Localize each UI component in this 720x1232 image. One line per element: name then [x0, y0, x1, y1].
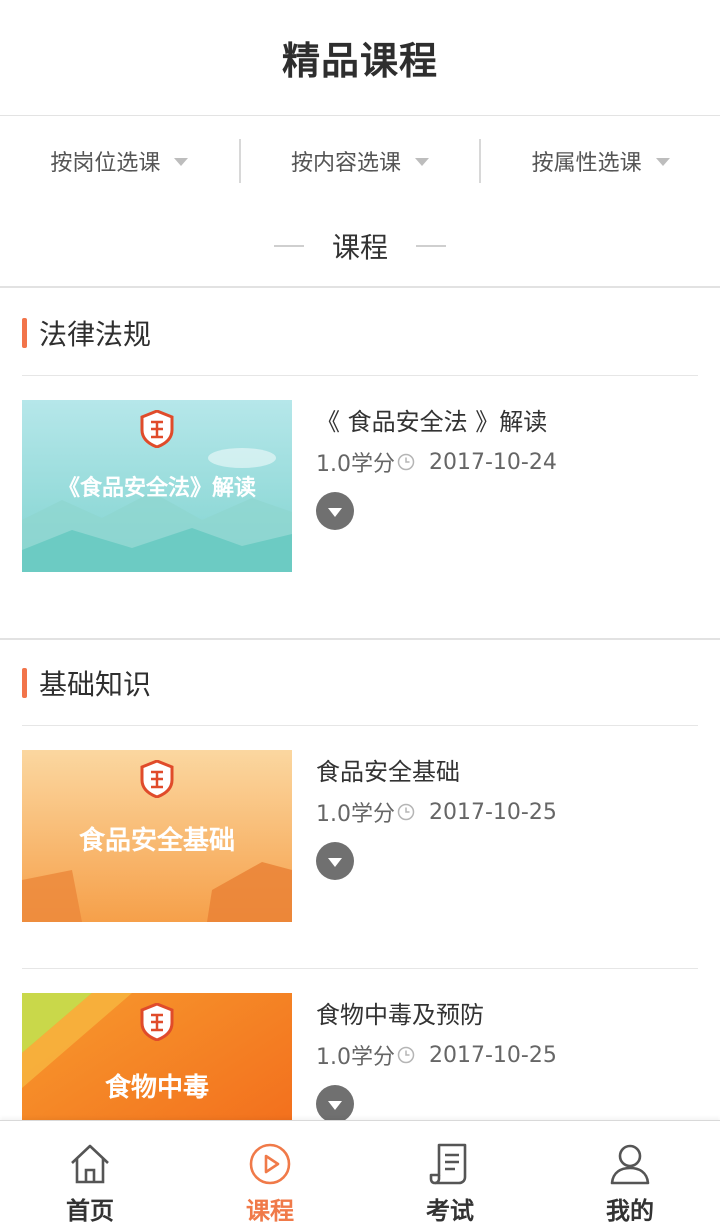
clock-icon — [397, 803, 415, 821]
course-credits: 1.0学分 — [316, 1045, 395, 1070]
course-meta: 1.0学分 2017-10-25 — [316, 796, 698, 828]
tab-label: 我的 — [606, 1197, 654, 1225]
category-basics: 基础知识 食品安全基础 食品安全基础 1.0学分 2017-10-25 食物中毒… — [0, 638, 720, 1122]
category-title: 法律法规 — [39, 317, 152, 351]
course-thumbnail[interactable]: 食物中毒 — [22, 993, 292, 1122]
tab-label: 首页 — [66, 1197, 114, 1225]
course-info: 食品安全基础 1.0学分 2017-10-25 — [316, 750, 698, 880]
category-accent-bar — [22, 317, 27, 348]
course-meta: 1.0学分 2017-10-24 — [316, 446, 698, 478]
bottom-tab-bar: 首页 课程 考试 我的 — [0, 1120, 720, 1232]
course-item[interactable]: 食品安全基础 食品安全基础 1.0学分 2017-10-25 — [22, 726, 698, 968]
course-info: 《 食品安全法 》解读 1.0学分 2017-10-24 — [316, 400, 698, 530]
food-safety-badge-icon — [140, 410, 174, 448]
course-date: 2017-10-25 — [429, 1042, 557, 1068]
course-credits: 1.0学分 — [316, 802, 395, 827]
scroll-icon — [429, 1143, 467, 1185]
tab-mine[interactable]: 我的 — [540, 1121, 720, 1232]
course-list[interactable]: 法律法规 《食品安全法》解读 《 食品安全法 》解读 1.0学分 2017-10… — [0, 290, 720, 1122]
tab-label: 课程 — [246, 1197, 294, 1225]
course-date: 2017-10-24 — [429, 449, 557, 475]
course-thumbnail[interactable]: 食品安全基础 — [22, 750, 292, 922]
expand-button[interactable] — [316, 492, 354, 530]
category-law: 法律法规 《食品安全法》解读 《 食品安全法 》解读 1.0学分 2017-10… — [0, 290, 720, 638]
caret-down-icon — [174, 158, 189, 166]
course-meta: 1.0学分 2017-10-25 — [316, 1039, 698, 1071]
divider — [416, 245, 446, 247]
section-heading: 课程 — [0, 206, 720, 288]
course-item[interactable]: 《食品安全法》解读 《 食品安全法 》解读 1.0学分 2017-10-24 — [22, 376, 698, 638]
category-title: 基础知识 — [39, 667, 152, 701]
course-info: 食物中毒及预防 1.0学分 2017-10-25 — [316, 993, 698, 1122]
app-header: 精品课程 — [0, 0, 720, 116]
food-safety-badge-icon — [140, 1003, 174, 1041]
thumbnail-caption: 食物中毒 — [104, 1073, 209, 1103]
course-title[interactable]: 食品安全基础 — [316, 752, 698, 792]
page-title: 精品课程 — [281, 39, 438, 83]
filter-label: 按内容选课 — [291, 151, 402, 176]
chevron-down-icon — [328, 858, 342, 867]
course-title[interactable]: 《 食品安全法 》解读 — [316, 402, 698, 442]
thumbnail-caption: 《食品安全法》解读 — [57, 476, 256, 501]
filter-label: 按属性选课 — [531, 151, 642, 176]
play-circle-icon — [249, 1143, 291, 1185]
filter-by-attribute[interactable]: 按属性选课 — [479, 139, 720, 183]
course-thumbnail[interactable]: 《食品安全法》解读 — [22, 400, 292, 572]
food-safety-badge-icon — [140, 760, 174, 798]
category-accent-bar — [22, 667, 27, 698]
home-icon — [71, 1144, 109, 1184]
section-heading-text: 课程 — [331, 231, 388, 264]
course-credits: 1.0学分 — [316, 452, 395, 477]
expand-button[interactable] — [316, 1085, 354, 1122]
thumbnail-caption: 食品安全基础 — [78, 826, 235, 856]
filter-label: 按岗位选课 — [50, 151, 161, 176]
chevron-down-icon — [328, 508, 342, 517]
filter-bar: 按岗位选课 按内容选课 按属性选课 — [0, 116, 720, 206]
course-title[interactable]: 食物中毒及预防 — [316, 995, 698, 1035]
caret-down-icon — [655, 158, 670, 166]
tab-courses[interactable]: 课程 — [180, 1121, 360, 1232]
expand-button[interactable] — [316, 842, 354, 880]
course-date: 2017-10-25 — [429, 799, 557, 825]
chevron-down-icon — [328, 1101, 342, 1110]
course-item[interactable]: 食物中毒 食物中毒及预防 1.0学分 2017-10-25 — [22, 968, 698, 1122]
user-icon — [610, 1144, 650, 1185]
category-header: 法律法规 — [22, 290, 698, 376]
category-header: 基础知识 — [22, 640, 698, 726]
tab-home[interactable]: 首页 — [0, 1121, 180, 1232]
clock-icon — [397, 453, 415, 471]
filter-by-position[interactable]: 按岗位选课 — [0, 139, 239, 183]
divider — [273, 245, 304, 247]
filter-by-content[interactable]: 按内容选课 — [238, 139, 480, 183]
tab-label: 考试 — [426, 1197, 474, 1225]
tab-exam[interactable]: 考试 — [360, 1121, 540, 1232]
clock-icon — [397, 1046, 415, 1064]
caret-down-icon — [415, 158, 430, 166]
